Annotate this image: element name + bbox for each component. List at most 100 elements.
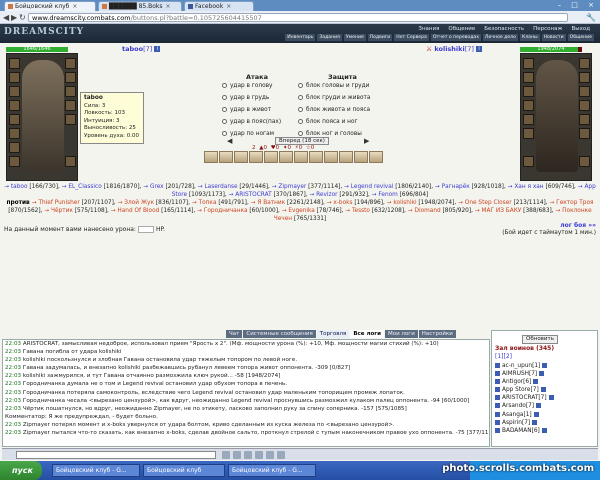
user-name[interactable]: BADAMAN[6] — [502, 428, 540, 434]
menu-item[interactable]: Выход — [571, 26, 590, 32]
submenu-item[interactable]: Умения — [343, 34, 366, 41]
radio-icon[interactable] — [298, 107, 303, 112]
taskbar-item[interactable]: Бойцовский клуб — [143, 464, 225, 477]
submenu-item[interactable]: Отчет о переводах — [430, 34, 481, 41]
right-character-avatar[interactable] — [536, 60, 578, 172]
armor-slot[interactable] — [523, 100, 534, 111]
team-member[interactable]: → Tessto — [345, 208, 370, 214]
ring-slot[interactable] — [579, 128, 590, 139]
url-input[interactable]: www.dreamscity.combats.com/buttons.pl?ba… — [28, 13, 568, 22]
skill-icon[interactable] — [354, 151, 368, 163]
wrench-icon[interactable]: 🔧 — [586, 13, 596, 22]
team-member[interactable]: → Рагнарёк — [435, 184, 470, 190]
belt-slot[interactable] — [523, 114, 534, 125]
info-icon[interactable]: i — [476, 46, 483, 52]
helmet-slot[interactable] — [523, 58, 534, 69]
chat-input[interactable] — [16, 451, 216, 459]
tab-all-logs[interactable]: Все логи — [350, 330, 384, 338]
team-member[interactable]: → One Step Closer — [458, 200, 512, 206]
left-character-avatar[interactable] — [22, 60, 64, 172]
user-name[interactable]: App Store[7] — [502, 387, 539, 393]
shield-slot[interactable] — [579, 86, 590, 97]
tab-second[interactable]: ██████ 85.Boks × — [98, 1, 182, 11]
radio-icon[interactable] — [222, 131, 227, 136]
bracers-slot[interactable] — [65, 100, 76, 111]
earring-slot[interactable] — [579, 58, 590, 69]
leggings-slot[interactable] — [65, 114, 76, 125]
user-list-item[interactable]: Aspirin[7] — [495, 419, 554, 427]
menu-item[interactable]: Общение — [448, 26, 475, 32]
user-list-item[interactable]: AIMRUSH[7] — [495, 370, 554, 378]
tab-chat[interactable]: Чат — [226, 330, 243, 338]
block-belly-belt-radio[interactable]: блок живота и пояса — [298, 107, 370, 113]
refresh-button[interactable]: Обновить — [522, 335, 558, 344]
submenu-item[interactable]: Личное дело — [482, 34, 518, 41]
amulet-slot[interactable] — [9, 72, 20, 83]
radio-icon[interactable] — [222, 83, 227, 88]
gloves-slot[interactable] — [65, 72, 76, 83]
reload-icon[interactable]: ↻ — [19, 13, 26, 22]
info-icon[interactable] — [533, 411, 539, 417]
fighter-name[interactable]: taboo — [122, 45, 143, 53]
submenu-item[interactable]: Нет Сервера — [394, 34, 429, 41]
team-member[interactable]: → ARISTOCRAT — [229, 192, 272, 198]
smile-icon[interactable] — [233, 451, 241, 459]
send-icon[interactable] — [222, 451, 230, 459]
clear-icon[interactable] — [255, 451, 263, 459]
block-head-chest-radio[interactable]: блок головы и груди — [298, 83, 369, 89]
bracers-slot[interactable] — [579, 100, 590, 111]
radio-icon[interactable] — [298, 83, 303, 88]
block-chest-belly-radio[interactable]: блок груди и живота — [298, 95, 370, 101]
user-name[interactable]: AIMRUSH[7] — [502, 371, 537, 377]
skill-icon[interactable] — [204, 151, 218, 163]
boots-slot[interactable] — [579, 156, 590, 167]
user-name[interactable]: Aspirin[7] — [502, 420, 530, 426]
amulet-slot[interactable] — [523, 72, 534, 83]
helmet-slot[interactable] — [9, 58, 20, 69]
user-list-item[interactable]: ARISTOCRAT[7] — [495, 394, 554, 402]
info-icon[interactable]: i — [154, 46, 161, 52]
radio-icon[interactable] — [222, 95, 227, 100]
ring-slot[interactable] — [523, 128, 534, 139]
info-icon[interactable] — [532, 419, 538, 425]
battle-log-link[interactable]: лог боя »» — [560, 222, 596, 229]
radio-icon[interactable] — [298, 131, 303, 136]
boots-slot[interactable] — [9, 156, 20, 167]
tab-my-logs[interactable]: Мои логи — [384, 330, 418, 338]
right-fighter-name[interactable]: ⚔ kolishiki[7] i — [426, 45, 483, 53]
menu-item[interactable]: Персонаж — [533, 26, 562, 32]
forward-button[interactable]: Вперед (18 сек) — [275, 137, 329, 145]
skill-icon[interactable] — [264, 151, 278, 163]
submenu-item[interactable]: Общение — [567, 34, 594, 41]
user-name[interactable]: ARISTOCRAT[7] — [502, 395, 547, 401]
radio-icon[interactable] — [298, 119, 303, 124]
skill-icon[interactable] — [294, 151, 308, 163]
submenu-item[interactable]: Задания — [317, 34, 342, 41]
team-member[interactable]: → Топка — [192, 200, 217, 206]
menu-item[interactable]: Безопасность — [484, 26, 524, 32]
weapon-slot[interactable] — [9, 86, 20, 97]
radio-icon[interactable] — [222, 119, 227, 124]
attack-belly-radio[interactable]: удар в живот — [222, 107, 271, 113]
info-icon[interactable] — [540, 387, 546, 393]
info-icon[interactable] — [536, 403, 542, 409]
tab-combats[interactable]: Бойцовский клуб × — [4, 1, 96, 11]
team-member[interactable]: → Laserdanse — [198, 184, 238, 190]
shield-slot[interactable] — [65, 86, 76, 97]
user-list-item[interactable]: Arsando[7] — [495, 402, 554, 410]
ring-slot[interactable] — [9, 142, 20, 153]
chat-log[interactable]: 22:03 ARISTOCRAT, замысливая недоброе, и… — [2, 339, 490, 447]
user-list-item[interactable]: ac-n_upun[1] — [495, 362, 554, 370]
skill-icon[interactable] — [339, 151, 353, 163]
info-icon[interactable] — [533, 379, 539, 385]
info-icon[interactable] — [539, 371, 545, 377]
weapon-slot[interactable] — [523, 86, 534, 97]
team-member[interactable]: → kolishiki — [387, 200, 417, 206]
right-arrow-icon[interactable]: ▶ — [364, 137, 369, 145]
team-member[interactable]: → Хан я хан — [508, 184, 544, 190]
team-member[interactable]: → Evgenika — [282, 208, 315, 214]
team-member[interactable]: → Чёртик — [44, 208, 73, 214]
tab-facebook[interactable]: Facebook × — [184, 1, 254, 11]
earring-slot[interactable] — [65, 58, 76, 69]
taskbar-item[interactable]: Бойцовский клуб - G... — [228, 464, 316, 477]
